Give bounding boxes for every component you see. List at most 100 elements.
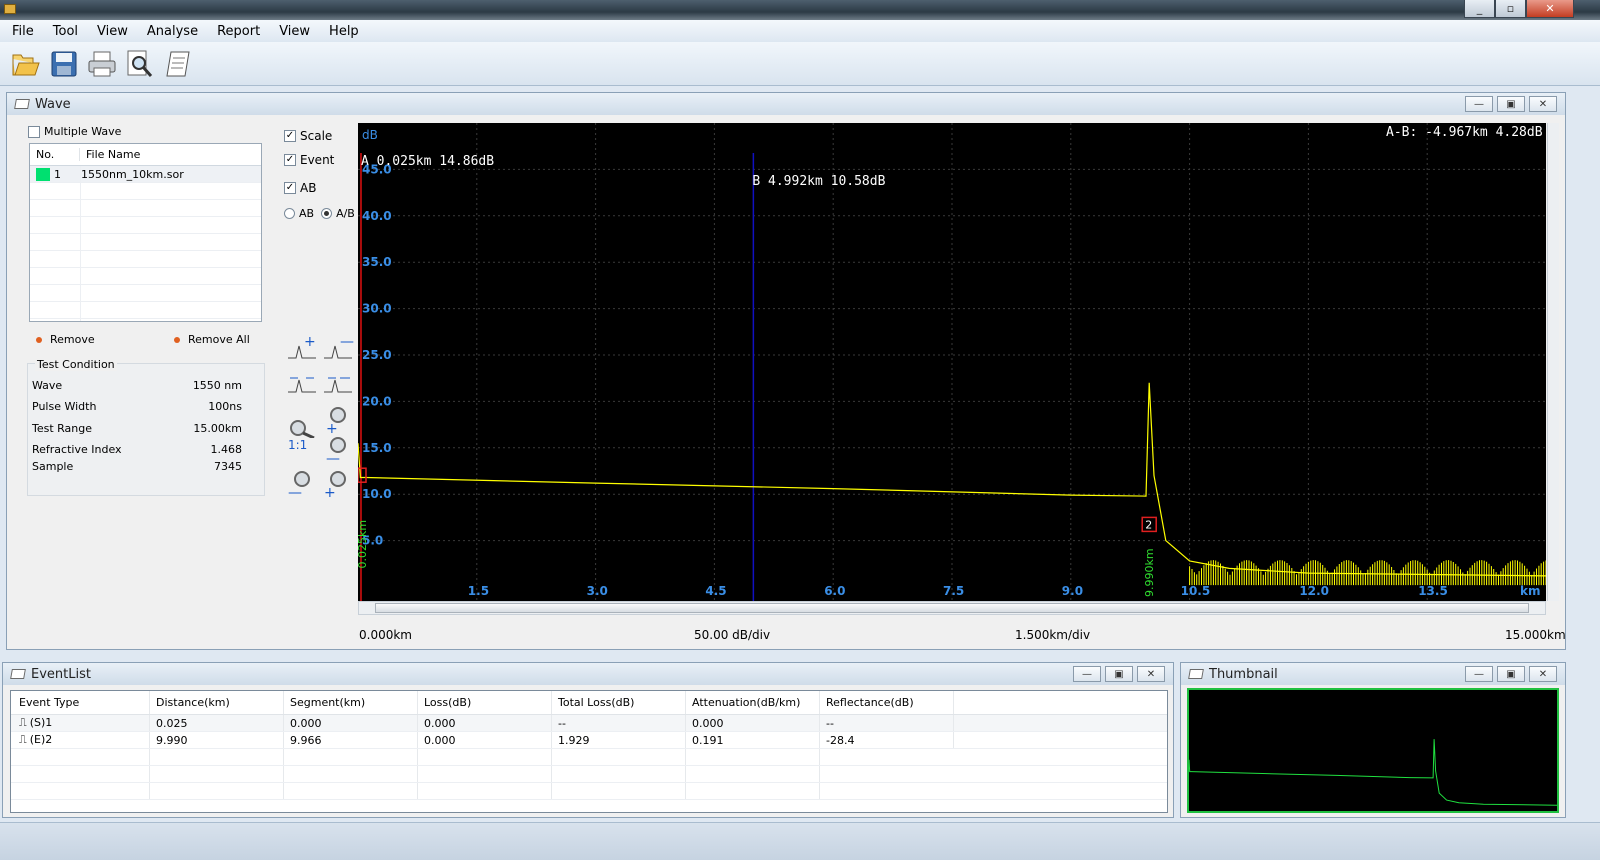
ab-checkbox[interactable]: ✓ AB xyxy=(284,181,316,195)
menu-tool[interactable]: Tool xyxy=(51,24,80,39)
ab-difference: A-B: -4.967km 4.28dB xyxy=(1386,125,1543,140)
table-row[interactable]: ⎍ (S)1 0.025 0.000 0.000 -- 0.000 -- xyxy=(11,715,1167,732)
list-item xyxy=(30,251,261,268)
table-row xyxy=(11,749,1167,766)
panel-restore-button[interactable]: ▣ xyxy=(1497,96,1525,112)
multiple-wave-checkbox[interactable]: Multiple Wave xyxy=(28,125,121,138)
test-condition-group: Test Condition Wave 1550 nm Pulse Width 10… xyxy=(27,358,265,496)
tc-row-refractive-index: Refractive Index 1.468 xyxy=(32,443,242,456)
remove-all-label: Remove All xyxy=(188,333,250,346)
marker-a-label: A 0.025km 14.86dB xyxy=(361,154,494,169)
list-item xyxy=(30,234,261,251)
otdr-chart-svg[interactable]: dB45.040.035.030.025.020.015.010.05.01.5… xyxy=(356,123,1547,601)
panel-close-button[interactable]: ✕ xyxy=(1529,96,1557,112)
col-total-loss[interactable]: Total Loss(dB) xyxy=(551,691,685,714)
radio-ab[interactable] xyxy=(284,208,295,219)
zoom-in-full-icon[interactable]: + xyxy=(322,468,356,498)
scrollbar-thumb[interactable] xyxy=(375,603,1529,613)
col-segment[interactable]: Segment(km) xyxy=(283,691,417,714)
remove-all-icon xyxy=(174,336,180,343)
list-item xyxy=(30,285,261,302)
maximize-button[interactable]: ▫ xyxy=(1495,0,1526,18)
report-icon[interactable] xyxy=(162,48,194,80)
close-button[interactable]: ✕ xyxy=(1526,0,1574,18)
zoom-out-vertical-icon[interactable]: — xyxy=(322,336,356,366)
event-list-title: EventList xyxy=(31,666,91,682)
title-bar: _ ▫ ✕ xyxy=(0,0,1600,20)
checkbox-box[interactable] xyxy=(28,125,40,138)
thumbnail-trace-svg[interactable] xyxy=(1188,690,1558,811)
panel-close-button[interactable]: ✕ xyxy=(1137,666,1165,682)
y-tick-label: 40.0 xyxy=(362,209,392,223)
panel-minimize-button[interactable]: — xyxy=(1073,666,1101,682)
scale-checkbox[interactable]: ✓ Scale xyxy=(284,129,332,143)
horizontal-scrollbar[interactable] xyxy=(358,601,1546,615)
thumbnail-title: Thumbnail xyxy=(1209,666,1278,682)
y-tick-label: 10.0 xyxy=(362,487,392,501)
x-axis-label: km xyxy=(1520,584,1540,598)
event-checkbox[interactable]: ✓ Event xyxy=(284,153,334,167)
wave-panel-header: Wave — ▣ ✕ xyxy=(7,93,1565,115)
tc-row-pulse-width: Pulse Width 100ns xyxy=(32,400,242,413)
panel-minimize-button[interactable]: — xyxy=(1465,96,1493,112)
minimize-button[interactable]: _ xyxy=(1464,0,1495,18)
zoom-out-horizontal-icon[interactable] xyxy=(322,370,356,400)
noise-floor xyxy=(1189,560,1547,586)
file-no: 1 xyxy=(54,167,61,181)
otdr-chart[interactable]: dB 45.0 40.0 35.0 30.0 25.0 20.0 15.0 10.0 5.0 1.5… xyxy=(356,123,1547,601)
zoom-reset-label: 1:1 xyxy=(288,438,308,452)
panel-close-button[interactable]: ✕ xyxy=(1529,666,1557,682)
svg-text:—: — xyxy=(340,336,354,350)
col-loss[interactable]: Loss(dB) xyxy=(417,691,551,714)
file-name: 1550nm_10km.sor xyxy=(81,167,184,181)
file-row[interactable]: 1 1550nm_10km.sor xyxy=(30,166,261,183)
app-icon xyxy=(4,4,16,14)
tc-row-test-range: Test Range 15.00km xyxy=(32,422,242,435)
y-tick-label: 15.0 xyxy=(362,441,392,455)
zoom-in-icon[interactable]: + xyxy=(322,404,356,434)
column-file-name[interactable]: File Name xyxy=(80,148,140,161)
print-icon[interactable] xyxy=(86,48,118,80)
panel-restore-button[interactable]: ▣ xyxy=(1105,666,1133,682)
file-list: No. File Name 1 1550nm_10km.sor xyxy=(29,143,262,322)
menu-report[interactable]: Report xyxy=(215,24,262,39)
panel-restore-button[interactable]: ▣ xyxy=(1497,666,1525,682)
col-attenuation[interactable]: Attenuation(dB/km) xyxy=(685,691,819,714)
menu-help[interactable]: Help xyxy=(327,24,361,39)
menu-file[interactable]: File xyxy=(10,24,36,39)
table-row[interactable]: ⎍ (E)2 9.990 9.966 0.000 1.929 0.191 -28.… xyxy=(11,732,1167,749)
menu-view-2[interactable]: View xyxy=(277,24,312,39)
event-marker-start xyxy=(357,467,367,483)
print-preview-icon[interactable] xyxy=(124,48,156,80)
event-marker-id: 2 xyxy=(1145,518,1152,531)
col-distance[interactable]: Distance(km) xyxy=(149,691,283,714)
panel-minimize-button[interactable]: — xyxy=(1465,666,1493,682)
x-tick-label: 1.5 xyxy=(468,584,489,598)
save-icon[interactable] xyxy=(48,48,80,80)
vertical-scrollbar[interactable] xyxy=(1547,123,1559,601)
thumbnail-view[interactable] xyxy=(1187,688,1559,813)
y-tick-label: 30.0 xyxy=(362,302,392,316)
wave-color-swatch xyxy=(36,167,50,181)
zoom-in-horizontal-icon[interactable] xyxy=(286,370,320,400)
col-event-type[interactable]: Event Type xyxy=(11,696,149,709)
open-folder-icon[interactable] xyxy=(10,48,42,80)
menu-analyse[interactable]: Analyse xyxy=(145,24,200,39)
menu-view[interactable]: View xyxy=(95,24,130,39)
col-reflectance[interactable]: Reflectance(dB) xyxy=(819,691,953,714)
table-row xyxy=(11,783,1167,800)
x-tick-label: 6.0 xyxy=(824,584,845,598)
list-item xyxy=(30,183,261,200)
zoom-reset-button[interactable]: 1:1 xyxy=(286,418,322,452)
zoom-out-icon[interactable]: — xyxy=(322,434,356,464)
table-row xyxy=(11,766,1167,783)
radio-a-b[interactable] xyxy=(321,208,333,219)
remove-button[interactable]: Remove xyxy=(36,333,95,346)
remove-all-button[interactable]: Remove All xyxy=(174,333,250,346)
event-list-header: EventList — ▣ ✕ xyxy=(3,663,1173,685)
panel-icon xyxy=(14,99,30,109)
zoom-in-vertical-icon[interactable]: + xyxy=(286,336,320,366)
zoom-out-full-icon[interactable]: — xyxy=(286,468,320,498)
list-item xyxy=(30,302,261,319)
column-no[interactable]: No. xyxy=(30,148,80,161)
